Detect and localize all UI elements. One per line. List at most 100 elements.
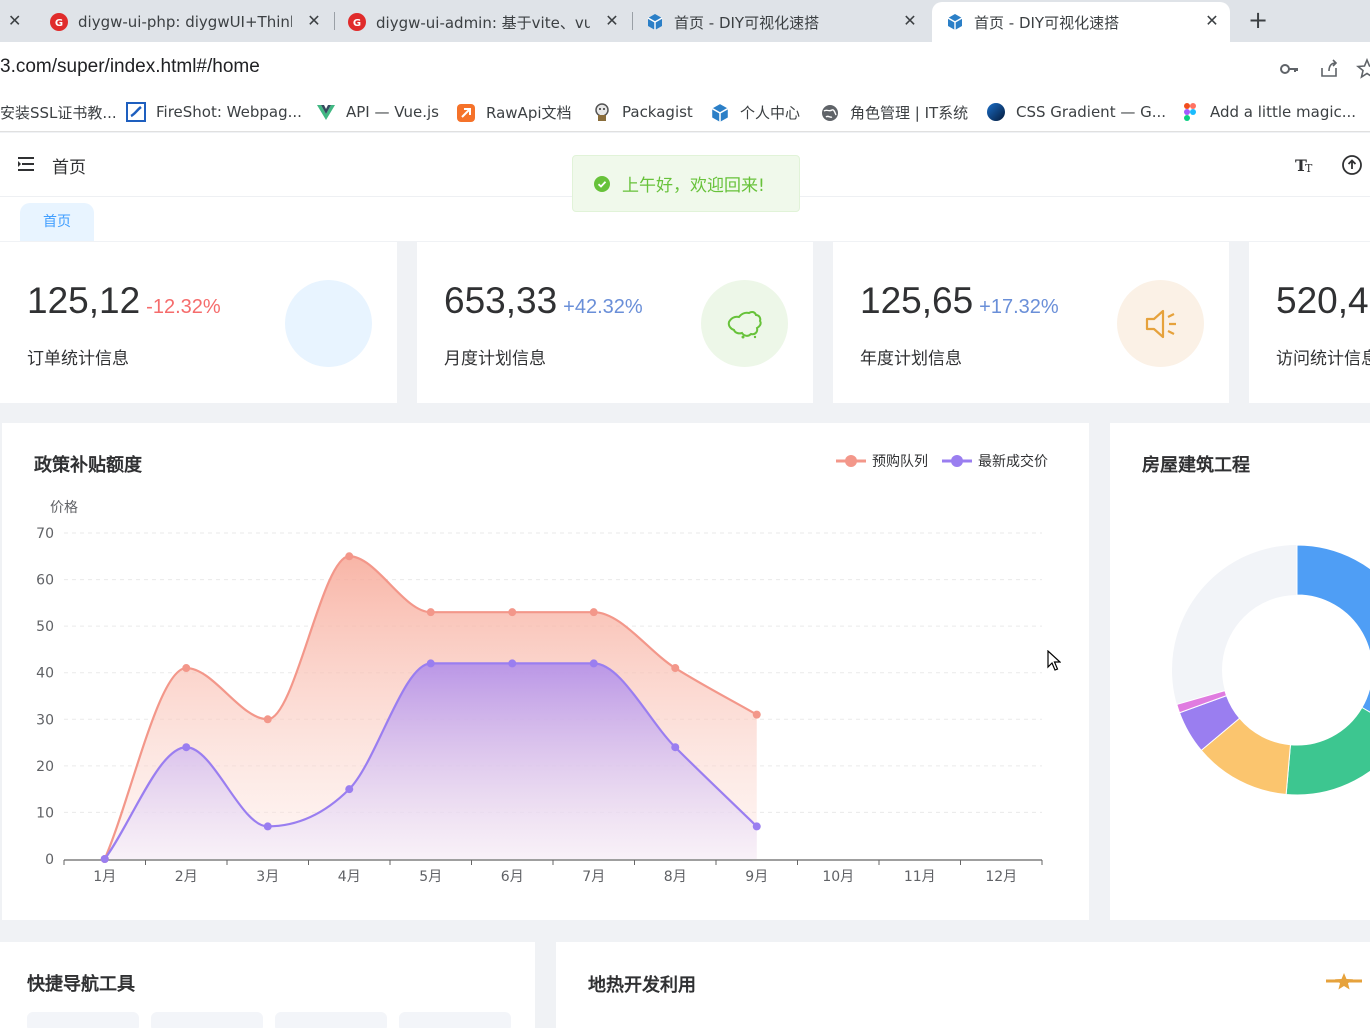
bookmark-label: FireShot: Webpag... <box>156 103 302 121</box>
admin-app: 首页 TT 首页 上午好，欢迎回来! 125,12 -12.32% 订单统计信息 … <box>0 133 1370 1028</box>
x-tick-label: 1月 <box>93 869 116 885</box>
policy-area-chart: 0 10 20 30 40 50 60 70 价格 1月 2月 3月 4月 5月 6月 7月 8月 9月 10月 11… <box>36 500 1043 885</box>
close-tab-icon[interactable]: ✕ <box>1204 13 1220 29</box>
y-tick-label: 20 <box>36 759 54 775</box>
stat-value: 125,12 <box>27 280 141 321</box>
geothermal-panel: 地热开发利用 <box>556 942 1370 1028</box>
donut-segment <box>1296 544 1370 713</box>
bookmark-label: RawApi文档 <box>486 104 572 122</box>
bookmark-item[interactable]: RawApi文档 <box>456 102 572 123</box>
stat-label: 访问统计信息 <box>1276 349 1370 369</box>
close-tab-icon[interactable]: ✕ <box>8 11 21 30</box>
bookmark-item[interactable]: 个人中心 <box>710 102 800 123</box>
x-tick-label: 4月 <box>338 869 361 885</box>
data-point <box>426 659 435 668</box>
quick-nav-tile[interactable] <box>151 1012 263 1028</box>
data-point <box>100 855 109 863</box>
tag-home[interactable]: 首页 <box>20 203 94 241</box>
speaker-icon <box>1145 309 1176 338</box>
y-tick-label: 40 <box>36 666 54 682</box>
address-bar: 3.com/super/index.html#/home <box>0 42 1370 94</box>
stat-card-monthly: 653,33 +42.32% 月度计划信息 <box>417 242 813 403</box>
stat-value: 125,65 <box>860 280 974 321</box>
tab-title: 首页 - DIY可视化速搭 <box>674 13 820 32</box>
url-field[interactable]: 3.com/super/index.html#/home <box>0 56 260 78</box>
y-tick-label: 0 <box>45 852 54 868</box>
cube-icon <box>711 103 729 122</box>
packagist-icon <box>595 103 609 121</box>
figma-icon <box>1184 103 1196 121</box>
stat-icon-circle <box>1117 280 1204 367</box>
quick-nav-tile[interactable] <box>275 1012 387 1028</box>
quick-nav-panel: 快捷导航工具 <box>0 942 535 1028</box>
data-point <box>263 822 272 831</box>
mouse-cursor-icon <box>1047 650 1061 671</box>
bookmark-item[interactable]: Add a little magic... <box>1180 102 1356 122</box>
browser-tab[interactable]: G diygw-ui-admin: 基于vite、vu ✕ <box>348 2 630 42</box>
upload-icon[interactable] <box>1340 153 1364 177</box>
menu-fold-icon[interactable] <box>18 157 34 171</box>
x-tick-label: 2月 <box>175 869 198 885</box>
x-tick-label: 9月 <box>745 869 768 885</box>
svg-text:G: G <box>353 18 361 29</box>
panel-title: 地热开发利用 <box>588 975 696 996</box>
bookmark-label: 个人中心 <box>740 104 801 122</box>
stat-change: -12.32% <box>146 296 221 318</box>
bookmark-item[interactable]: 安装SSL证书教... <box>0 102 117 123</box>
bookmark-item[interactable]: API — Vue.js <box>316 102 439 122</box>
browser-tab[interactable]: G diygw-ui-php: diygwUI+Think ✕ <box>50 2 332 42</box>
tab-separator <box>632 12 633 30</box>
stat-icon-circle <box>285 280 372 367</box>
browser-tab-bar: ✕ G diygw-ui-php: diygwUI+Think ✕ G diyg… <box>0 0 1370 42</box>
data-point <box>752 710 761 719</box>
data-point <box>426 608 435 617</box>
y-tick-label: 30 <box>36 712 54 728</box>
new-tab-icon[interactable]: + <box>1248 8 1268 32</box>
policy-chart-panel: 政策补贴额度 预购队列 最新成交价 0 10 20 30 40 50 60 70 价格 1月 2月 3… <box>2 423 1089 920</box>
legend-star-marker <box>1326 973 1362 990</box>
bookmark-label: 安装SSL证书教... <box>0 104 117 122</box>
y-tick-label: 60 <box>36 573 54 589</box>
svg-text:T: T <box>1305 162 1313 175</box>
bookmark-label: API — Vue.js <box>346 103 439 121</box>
data-point <box>182 664 191 673</box>
cube-icon <box>947 14 963 30</box>
x-tick-label: 12月 <box>985 869 1017 885</box>
stat-number: 653,33 +42.32% <box>444 280 643 322</box>
donut-segment <box>1285 706 1370 796</box>
rawapi-icon <box>457 103 475 122</box>
data-point <box>671 664 680 673</box>
diygw-logo-icon: G <box>348 13 366 31</box>
star-icon[interactable] <box>1356 58 1370 80</box>
quick-nav-tile[interactable] <box>27 1012 139 1028</box>
data-point <box>182 743 191 752</box>
quick-nav-tile[interactable] <box>399 1012 511 1028</box>
diygw-logo-icon: G <box>50 13 68 31</box>
close-tab-icon[interactable]: ✕ <box>306 13 322 29</box>
close-tab-icon[interactable]: ✕ <box>604 13 620 29</box>
stat-card-visits: 520,4 访问统计信息 <box>1249 242 1370 403</box>
toast-message: 上午好，欢迎回来! <box>622 176 765 196</box>
bookmarks-bar: 安装SSL证书教... FireShot: Webpag... API — Vu… <box>0 94 1370 132</box>
close-tab-icon[interactable]: ✕ <box>902 13 918 29</box>
x-tick-label: 8月 <box>664 869 687 885</box>
bookmark-label: Add a little magic... <box>1210 103 1357 121</box>
globe-icon <box>822 104 838 121</box>
share-icon[interactable] <box>1318 58 1340 80</box>
bookmark-item[interactable]: CSS Gradient — G... <box>986 102 1166 122</box>
bookmark-item[interactable]: Packagist <box>592 102 693 122</box>
stat-label: 订单统计信息 <box>27 349 129 369</box>
browser-tab-active[interactable]: 首页 - DIY可视化速搭 ✕ <box>932 2 1230 42</box>
tab-title: 首页 - DIY可视化速搭 <box>974 13 1120 32</box>
bookmark-item[interactable]: FireShot: Webpag... <box>126 102 302 122</box>
vue-icon <box>317 105 335 120</box>
bookmark-item[interactable]: 角色管理 | IT系统 <box>820 102 968 123</box>
browser-tab[interactable]: 首页 - DIY可视化速搭 ✕ <box>646 2 928 42</box>
x-tick-label: 3月 <box>256 869 279 885</box>
tab-separator <box>334 12 335 30</box>
data-point <box>671 743 680 752</box>
success-icon <box>594 175 610 192</box>
font-size-icon[interactable]: TT <box>1294 153 1318 177</box>
key-icon[interactable] <box>1278 58 1300 80</box>
gradient-icon <box>987 103 1005 121</box>
